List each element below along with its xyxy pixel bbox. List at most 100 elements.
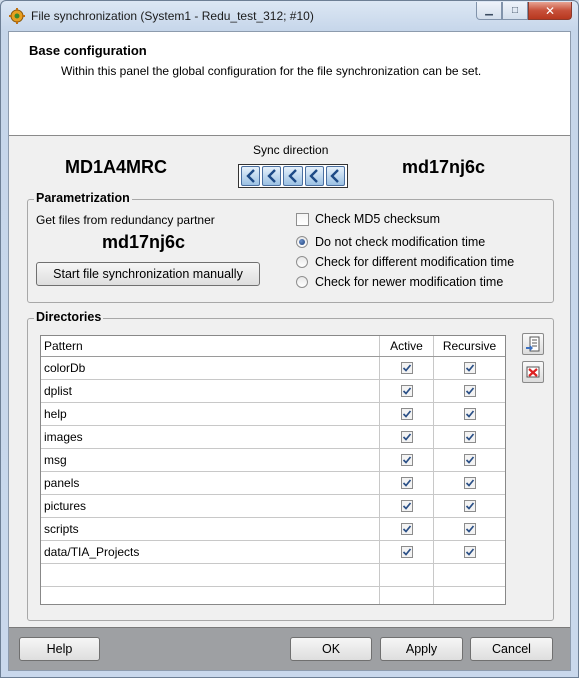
recursive-checkbox[interactable] [463, 500, 476, 512]
empty-table-row[interactable] [41, 564, 505, 587]
pattern-cell[interactable]: panels [41, 472, 380, 494]
recursive-checkbox[interactable] [463, 431, 476, 443]
sync-arrow-button[interactable] [241, 166, 261, 186]
table-row[interactable]: panels [41, 472, 505, 495]
arrow-left-icon [330, 169, 340, 183]
empty-table-row[interactable] [41, 587, 505, 604]
arrow-left-icon [309, 169, 319, 183]
column-header-recursive[interactable]: Recursive [434, 336, 505, 356]
minimize-button[interactable]: ▁ [476, 2, 502, 20]
recursive-cell [434, 449, 505, 471]
local-host-name: MD1A4MRC [65, 157, 168, 177]
sync-arrow-button[interactable] [325, 166, 346, 186]
checkmark-icon [465, 479, 474, 487]
recursive-checkbox[interactable] [463, 523, 476, 535]
pattern-cell[interactable]: pictures [41, 495, 380, 517]
checkmark-icon [402, 525, 411, 533]
close-button[interactable]: ✕ [528, 2, 572, 20]
close-icon: ✕ [544, 3, 556, 18]
ok-button[interactable]: OK [290, 637, 372, 661]
pattern-cell[interactable]: scripts [41, 518, 380, 540]
maximize-icon: □ [511, 5, 519, 16]
table-row[interactable]: scripts [41, 518, 505, 541]
app-gear-icon [9, 8, 25, 24]
active-checkbox[interactable] [400, 523, 413, 535]
radio-different-time-button[interactable] [296, 256, 308, 268]
active-checkbox[interactable] [400, 500, 413, 512]
active-checkbox[interactable] [400, 546, 413, 558]
recursive-checkbox[interactable] [463, 362, 476, 374]
radio-newer-time-button[interactable] [296, 276, 308, 288]
pattern-cell[interactable]: data/TIA_Projects [41, 541, 380, 563]
md5-checkbox-box[interactable] [296, 212, 309, 226]
recursive-checkbox[interactable] [463, 385, 476, 397]
recursive-cell [434, 426, 505, 448]
pattern-cell[interactable]: dplist [41, 380, 380, 402]
pattern-cell[interactable] [41, 587, 380, 604]
checkmark-icon [402, 548, 411, 556]
minimize-icon: ▁ [485, 5, 493, 16]
active-checkbox[interactable] [400, 408, 413, 420]
remove-directory-button[interactable] [522, 361, 544, 383]
active-checkbox[interactable] [400, 385, 413, 397]
table-row[interactable]: help [41, 403, 505, 426]
directories-group: Directories Pattern Active Recursive col… [27, 310, 554, 621]
radio-newer-time[interactable]: Check for newer modification time [296, 275, 503, 289]
pattern-cell[interactable]: colorDb [41, 357, 380, 379]
active-cell [380, 564, 434, 586]
column-header-pattern[interactable]: Pattern [41, 336, 380, 356]
checkmark-icon [465, 456, 474, 464]
table-row[interactable]: pictures [41, 495, 505, 518]
apply-button[interactable]: Apply [380, 637, 463, 661]
help-button[interactable]: Help [19, 637, 100, 661]
add-row-icon [526, 336, 540, 352]
pattern-cell[interactable]: images [41, 426, 380, 448]
start-sync-button[interactable]: Start file synchronization manually [36, 262, 260, 286]
pattern-cell[interactable]: msg [41, 449, 380, 471]
table-row[interactable]: data/TIA_Projects [41, 541, 505, 564]
table-row[interactable]: colorDb [41, 357, 505, 380]
sync-arrow-button[interactable] [304, 166, 324, 186]
checkmark-icon [402, 387, 411, 395]
radio-no-check-button[interactable] [296, 236, 308, 248]
recursive-checkbox[interactable] [463, 477, 476, 489]
get-files-label: Get files from redundancy partner [36, 213, 215, 227]
active-checkbox[interactable] [400, 454, 413, 466]
header-description: Within this panel the global configurati… [61, 64, 482, 78]
checkmark-icon [465, 502, 474, 510]
recursive-checkbox[interactable] [463, 454, 476, 466]
title-bar[interactable]: File synchronization (System1 - Redu_tes… [1, 1, 578, 31]
sync-arrow-button[interactable] [262, 166, 282, 186]
table-row[interactable]: dplist [41, 380, 505, 403]
pattern-cell[interactable] [41, 564, 380, 586]
dialog-client: Base configuration Within this panel the… [8, 31, 571, 671]
active-cell [380, 587, 434, 604]
header-title: Base configuration [29, 43, 147, 58]
recursive-checkbox[interactable] [463, 546, 476, 558]
active-checkbox[interactable] [400, 362, 413, 374]
partner-host-name: md17nj6c [102, 232, 186, 252]
table-row[interactable]: msg [41, 449, 505, 472]
checkmark-icon [402, 433, 411, 441]
pattern-cell[interactable]: help [41, 403, 380, 425]
add-directory-button[interactable] [522, 333, 544, 355]
sync-arrow-button[interactable] [283, 166, 303, 186]
radio-different-time[interactable]: Check for different modification time [296, 255, 514, 269]
recursive-cell [434, 495, 505, 517]
maximize-button[interactable]: □ [502, 2, 528, 20]
md5-checkbox[interactable]: Check MD5 checksum [296, 212, 440, 226]
checkmark-icon [465, 410, 474, 418]
column-header-active[interactable]: Active [380, 336, 434, 356]
sync-direction-arrows[interactable] [238, 164, 348, 188]
recursive-cell [434, 518, 505, 540]
active-cell [380, 380, 434, 402]
radio-no-check[interactable]: Do not check modification time [296, 235, 485, 249]
active-cell [380, 403, 434, 425]
recursive-checkbox[interactable] [463, 408, 476, 420]
active-checkbox[interactable] [400, 477, 413, 489]
cancel-button[interactable]: Cancel [470, 637, 553, 661]
active-cell [380, 541, 434, 563]
table-row[interactable]: images [41, 426, 505, 449]
directories-title: Directories [34, 310, 104, 324]
active-checkbox[interactable] [400, 431, 413, 443]
